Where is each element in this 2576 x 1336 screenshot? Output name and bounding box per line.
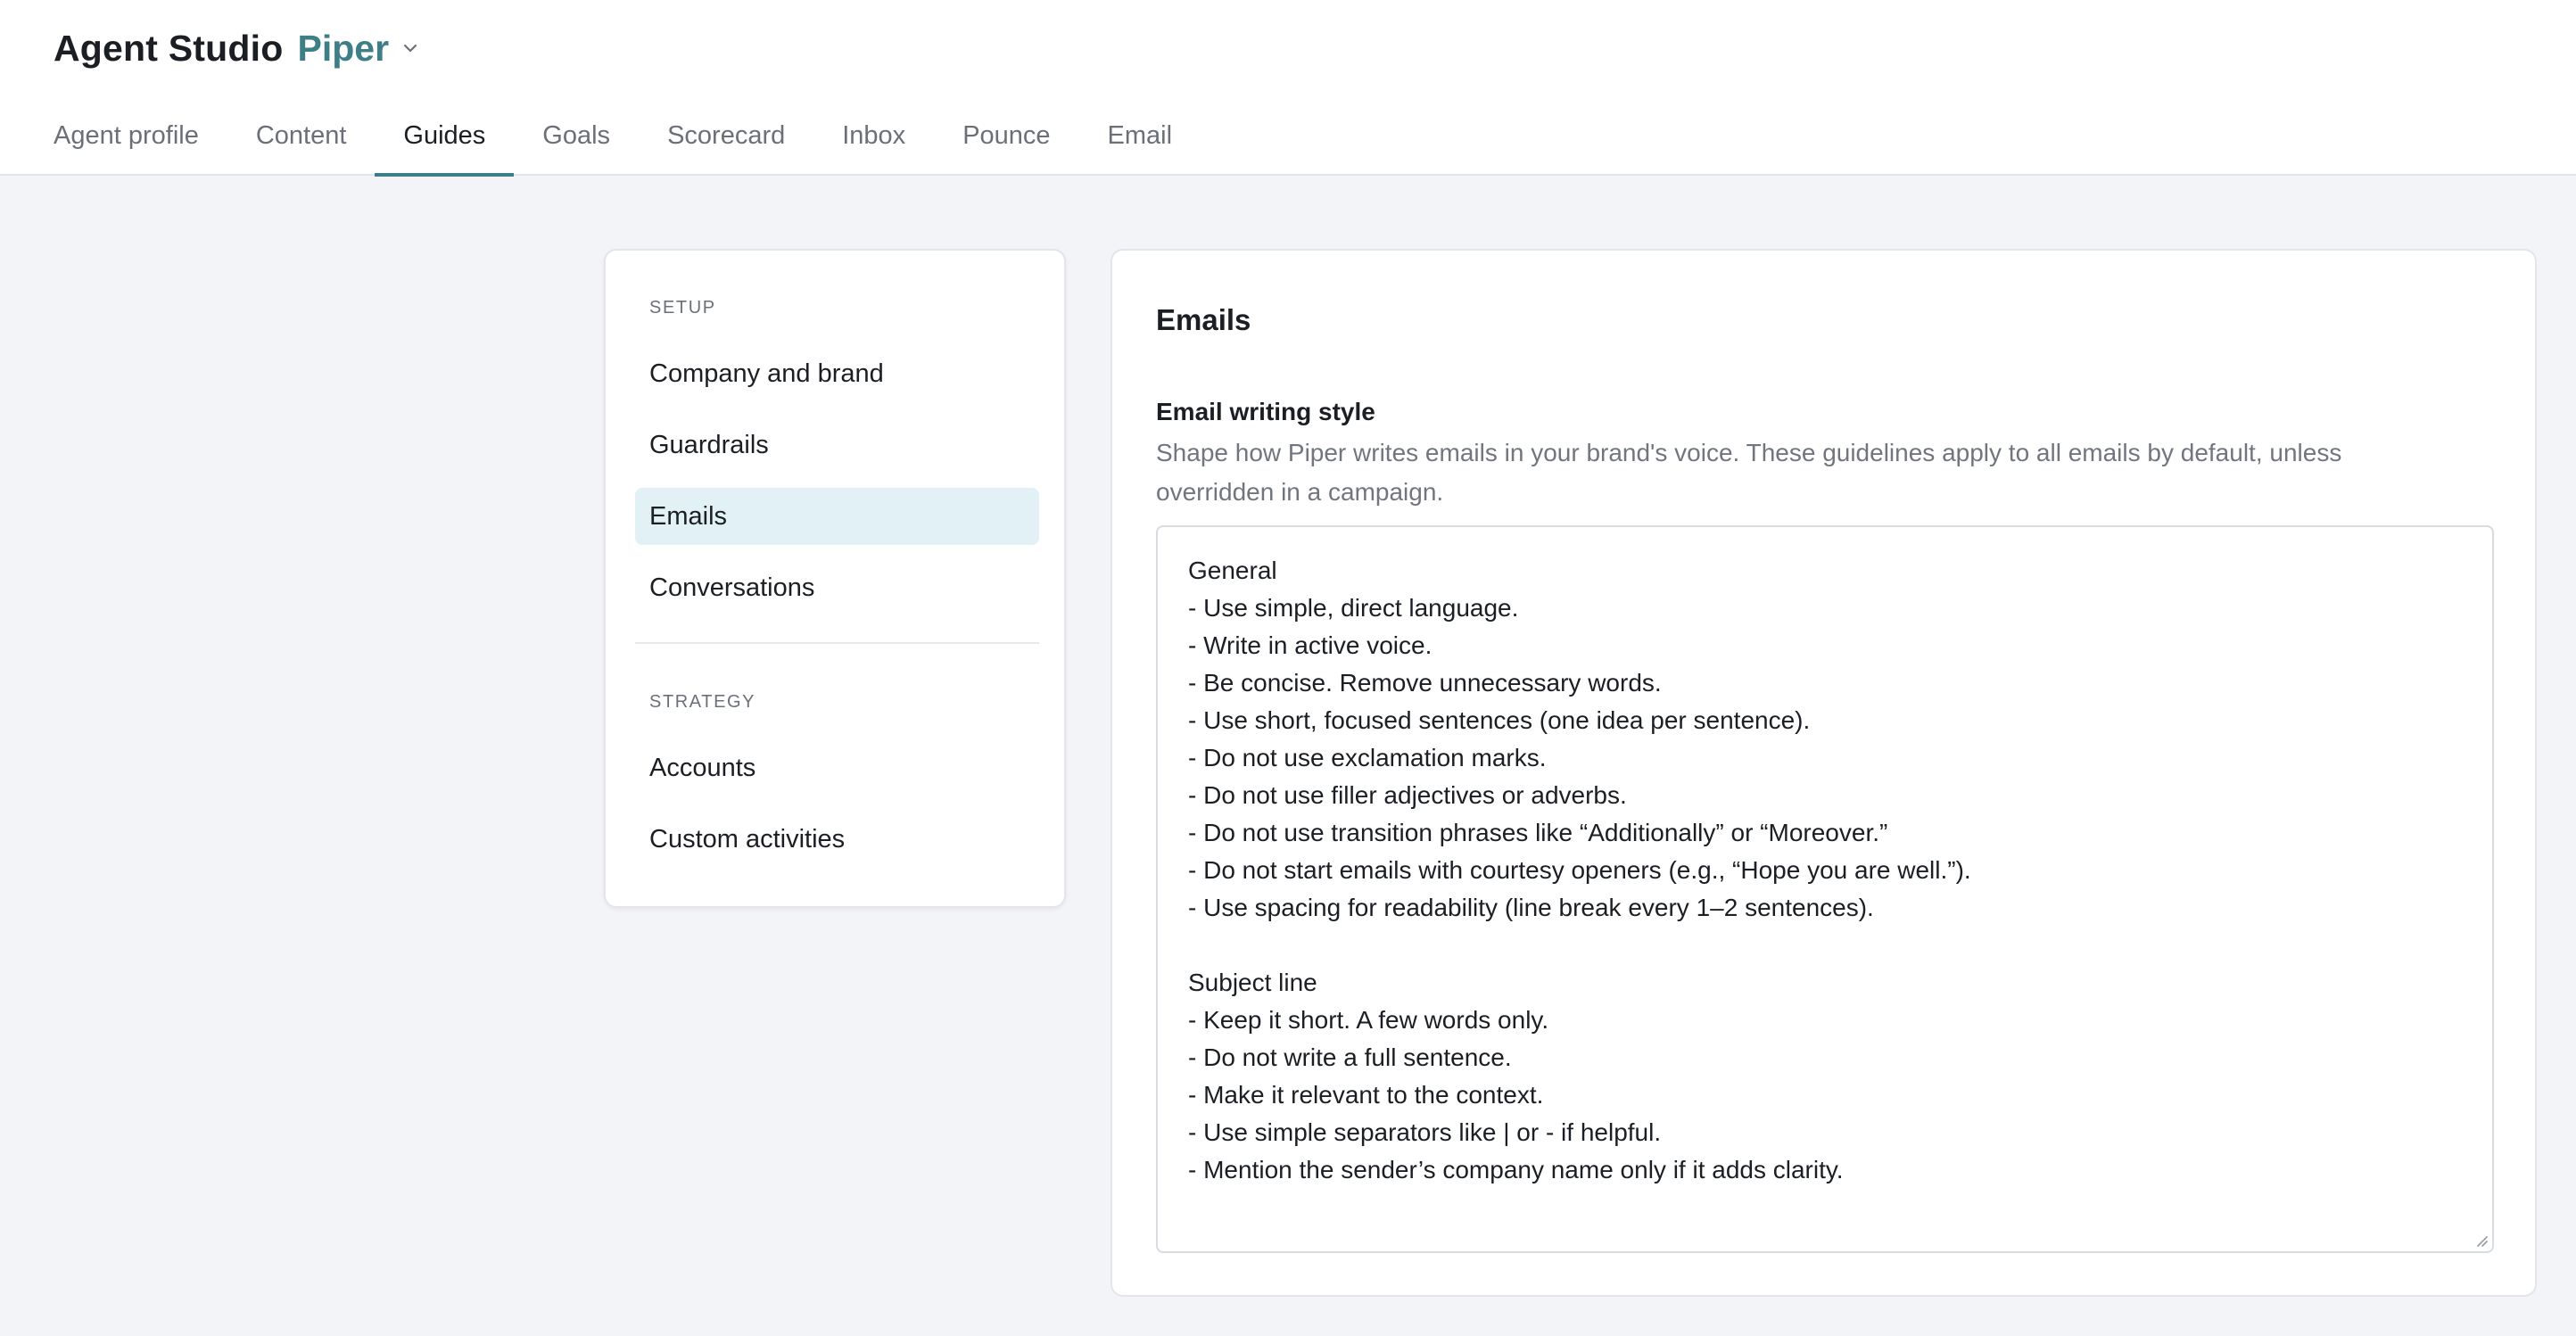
- tab-goals[interactable]: Goals: [514, 105, 639, 176]
- top-header: Agent Studio Piper Agent profile Content…: [0, 0, 2576, 177]
- tab-label: Goals: [542, 121, 611, 150]
- tab-email[interactable]: Email: [1079, 105, 1201, 176]
- sidebar-item-company-and-brand[interactable]: Company and brand: [635, 345, 1039, 402]
- emails-settings-panel: Emails Email writing style Shape how Pip…: [1110, 249, 2537, 1297]
- section-label-strategy: STRATEGY: [649, 692, 756, 712]
- sidebar-item-emails[interactable]: Emails: [635, 488, 1039, 545]
- tab-label: Guides: [403, 121, 486, 150]
- tab-label: Email: [1107, 121, 1173, 150]
- tab-label: Pounce: [962, 121, 1051, 150]
- agent-name[interactable]: Piper: [297, 28, 389, 70]
- tab-label: Agent profile: [54, 121, 199, 150]
- section-label-setup: SETUP: [649, 298, 716, 318]
- resize-handle-icon[interactable]: [2473, 1232, 2489, 1248]
- tab-label: Scorecard: [667, 121, 786, 150]
- sidebar-item-custom-activities[interactable]: Custom activities: [635, 811, 1039, 868]
- email-writing-style-field: [1156, 525, 2494, 1253]
- tab-label: Inbox: [842, 121, 906, 150]
- chevron-down-icon[interactable]: [401, 39, 419, 57]
- tab-label: Content: [255, 121, 347, 150]
- tab-guides[interactable]: Guides: [375, 105, 515, 177]
- sidebar-item-guardrails[interactable]: Guardrails: [635, 416, 1039, 474]
- email-writing-style-help: Shape how Piper writes emails in your br…: [1156, 439, 2342, 506]
- email-writing-style-textarea[interactable]: [1158, 527, 2492, 1251]
- tab-content[interactable]: Content: [227, 105, 376, 176]
- sidebar-item-conversations[interactable]: Conversations: [635, 559, 1039, 616]
- email-writing-style-label: Email writing style: [1156, 398, 1375, 425]
- app-title: Agent Studio: [54, 27, 284, 69]
- tab-pounce[interactable]: Pounce: [934, 105, 1078, 176]
- tab-scorecard[interactable]: Scorecard: [639, 105, 813, 176]
- page-title: Emails: [1156, 303, 1251, 336]
- tab-inbox[interactable]: Inbox: [813, 105, 934, 176]
- sidebar-item-accounts[interactable]: Accounts: [635, 739, 1039, 796]
- guides-sidebar: SETUP Company and brand Guardrails Email…: [604, 249, 1066, 908]
- sidebar-divider: [635, 642, 1039, 644]
- tab-bar: Agent profile Content Guides Goals Score…: [25, 105, 1201, 177]
- title-row: Agent Studio Piper: [54, 23, 419, 73]
- tab-agent-profile[interactable]: Agent profile: [25, 105, 227, 176]
